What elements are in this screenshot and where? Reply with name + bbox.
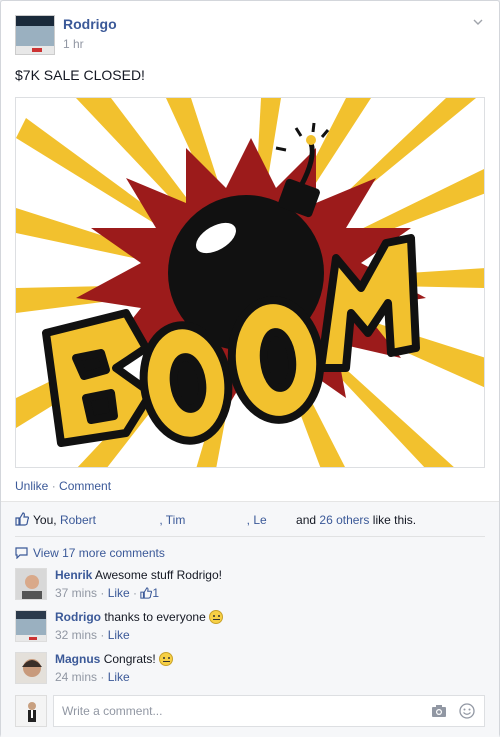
author-name[interactable]: Rodrigo <box>63 16 117 32</box>
comment-time[interactable]: 32 mins <box>55 628 97 642</box>
post-header: Rodrigo 1 hr <box>15 13 485 57</box>
view-more-comments[interactable]: View 17 more comments <box>15 546 165 560</box>
comment-text: Awesome stuff Rodrigo! <box>95 568 222 582</box>
comment-bubble-icon <box>15 547 28 560</box>
camera-icon[interactable] <box>431 704 447 718</box>
post-timestamp[interactable]: 1 hr <box>63 37 84 51</box>
commenter-name[interactable]: Rodrigo <box>55 610 101 624</box>
smile-emoji-icon <box>159 652 174 666</box>
liker-robert[interactable]: Robert <box>60 513 96 527</box>
commenter-avatar[interactable] <box>15 568 47 600</box>
comment-item: Magnus Congrats! 24 mins · Like <box>15 652 485 688</box>
comment-text: Congrats! <box>103 652 156 666</box>
post-card: Rodrigo 1 hr $7K SALE CLOSED! Unlike · C… <box>0 0 500 737</box>
chevron-down-icon[interactable] <box>471 15 485 29</box>
liker-tim[interactable]: , Tim <box>159 513 185 527</box>
likes-summary: You, Robert , Tim , Le and 26 others lik… <box>15 512 485 530</box>
post-actions: Unlike · Comment <box>15 479 112 493</box>
commenter-name[interactable]: Magnus <box>55 652 100 666</box>
commenter-name[interactable]: Henrik <box>55 568 92 582</box>
comment-input[interactable] <box>53 695 485 727</box>
comment-link[interactable]: Comment <box>59 479 111 493</box>
current-user-avatar <box>15 695 47 727</box>
comment-like-count[interactable]: 1 <box>140 586 159 600</box>
comment-like-link[interactable]: Like <box>108 586 130 600</box>
liker-le[interactable]: , Le <box>247 513 267 527</box>
comment-time[interactable]: 37 mins <box>55 586 97 600</box>
comment-time[interactable]: 24 mins <box>55 670 97 684</box>
smile-emoji-icon <box>209 610 224 624</box>
unlike-link[interactable]: Unlike <box>15 479 48 493</box>
author-avatar[interactable] <box>15 15 55 55</box>
comment-text: thanks to everyone <box>104 610 206 624</box>
comment-like-link[interactable]: Like <box>108 628 130 642</box>
write-comment-row <box>15 695 485 727</box>
commenter-avatar[interactable] <box>15 610 47 642</box>
emoji-picker-icon[interactable] <box>459 703 475 719</box>
feedback-section: You, Robert , Tim , Le and 26 others lik… <box>1 501 499 737</box>
divider <box>15 536 485 537</box>
thumbs-up-icon <box>15 512 30 526</box>
post-text: $7K SALE CLOSED! <box>15 67 145 83</box>
post-image[interactable] <box>15 97 485 468</box>
comment-item: Henrik Awesome stuff Rodrigo! 37 mins · … <box>15 568 485 604</box>
comment-item: Rodrigo thanks to everyone 32 mins · Lik… <box>15 610 485 646</box>
commenter-avatar[interactable] <box>15 652 47 684</box>
comment-like-link[interactable]: Like <box>108 670 130 684</box>
likers-others-link[interactable]: 26 others <box>319 513 369 527</box>
